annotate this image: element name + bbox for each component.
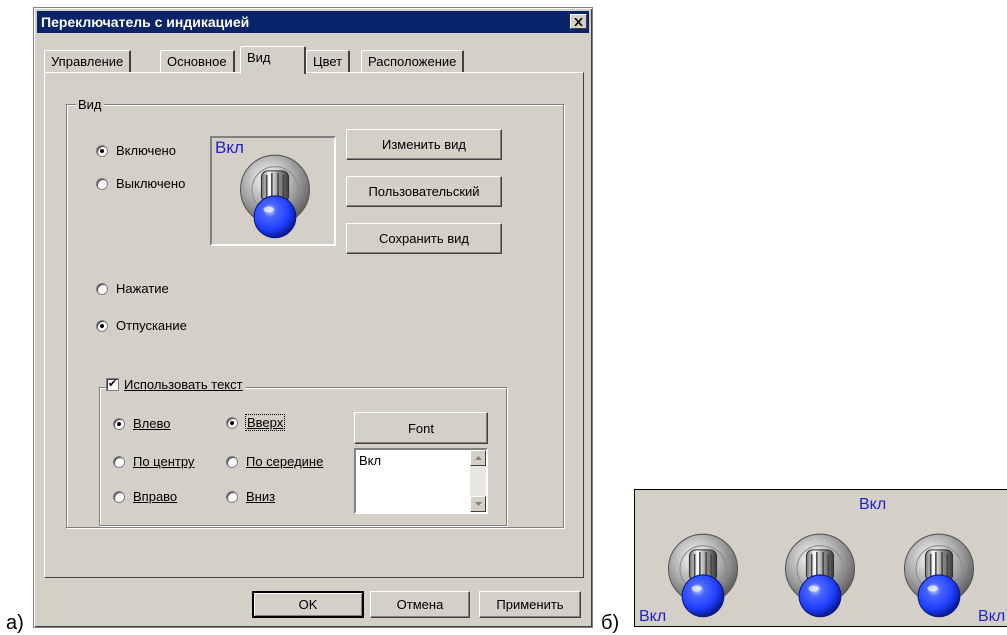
view-preview: Вкл xyxy=(210,136,336,246)
switch-bulb-icon xyxy=(903,533,975,618)
radio-indicator xyxy=(96,177,108,190)
tab-layout[interactable]: Расположение xyxy=(361,50,465,72)
font-button[interactable]: Font xyxy=(354,412,488,444)
close-button[interactable] xyxy=(570,14,587,29)
radio-indicator xyxy=(96,282,108,295)
radio-align-right-label: Вправо xyxy=(133,489,178,504)
radio-state-on-label: Включено xyxy=(116,143,176,158)
radio-indicator xyxy=(96,319,108,332)
dialog-titlebar[interactable]: Переключатель с индикацией xyxy=(37,11,589,33)
radio-align-center[interactable]: По центру xyxy=(113,454,194,469)
use-text-checkbox[interactable]: ✔ Использовать текст xyxy=(106,377,246,392)
radio-indicator xyxy=(226,455,238,468)
radio-align-left[interactable]: Влево xyxy=(113,416,170,431)
radio-state-off[interactable]: Выключено xyxy=(96,176,185,191)
radio-align-left-label: Влево xyxy=(133,416,171,431)
ok-button[interactable]: OK xyxy=(252,591,364,618)
checkmark-icon: ✔ xyxy=(106,378,119,391)
change-view-button[interactable]: Изменить вид xyxy=(346,129,502,160)
radio-indicator xyxy=(96,144,108,157)
arrow-up-icon xyxy=(474,456,482,460)
text-value: Вкл xyxy=(359,453,382,468)
scroll-up-button[interactable] xyxy=(470,450,486,466)
radio-state-off-label: Выключено xyxy=(116,176,186,191)
radio-state-on[interactable]: Включено xyxy=(96,143,176,158)
close-icon xyxy=(574,17,583,26)
radio-align-center-label: По центру xyxy=(133,454,195,469)
tab-view[interactable]: Вид xyxy=(240,46,306,74)
use-text-label: Использовать текст xyxy=(124,377,243,392)
label-top-center: Вкл xyxy=(859,496,887,513)
radio-valign-middle[interactable]: По середине xyxy=(226,454,323,469)
radio-press[interactable]: Нажатие xyxy=(96,281,169,296)
text-scrollbar[interactable] xyxy=(470,450,486,512)
view-group-label: Вид xyxy=(76,97,104,112)
arrow-down-icon xyxy=(474,502,482,506)
radio-indicator xyxy=(113,417,125,430)
radio-valign-bottom-label: Вниз xyxy=(246,489,276,504)
tab-basic[interactable]: Основное xyxy=(160,50,235,72)
radio-release[interactable]: Отпускание xyxy=(96,318,187,333)
save-view-button-label: Сохранить вид xyxy=(379,231,469,246)
tab-color[interactable]: Цвет xyxy=(306,50,351,72)
switch-bulb-icon xyxy=(239,154,311,239)
switch-preview-panel: Вкл Вкл Вкл xyxy=(634,489,1007,627)
save-view-button[interactable]: Сохранить вид xyxy=(346,223,502,254)
radio-valign-top[interactable]: Вверх xyxy=(226,414,286,431)
apply-button[interactable]: Применить xyxy=(479,591,581,618)
cancel-button[interactable]: Отмена xyxy=(370,591,470,618)
radio-valign-top-label: Вверх xyxy=(244,414,286,431)
caption-b: б) xyxy=(601,612,620,634)
label-bottom-left: Вкл xyxy=(639,608,667,625)
tab-control[interactable]: Управление xyxy=(44,50,132,72)
caption-a: а) xyxy=(6,612,24,634)
radio-indicator xyxy=(226,490,238,503)
switch-bulb-icon xyxy=(667,533,739,618)
radio-align-right[interactable]: Вправо xyxy=(113,489,177,504)
radio-release-label: Отпускание xyxy=(116,318,187,333)
text-value-field[interactable]: Вкл xyxy=(354,448,488,514)
label-bottom-right: Вкл xyxy=(978,608,1006,625)
radio-indicator xyxy=(226,416,238,429)
dialog-title: Переключатель с индикацией xyxy=(41,14,250,30)
scroll-down-button[interactable] xyxy=(470,496,486,512)
radio-indicator xyxy=(113,455,125,468)
radio-indicator xyxy=(113,490,125,503)
radio-valign-bottom[interactable]: Вниз xyxy=(226,489,275,504)
radio-press-label: Нажатие xyxy=(116,281,169,296)
radio-valign-middle-label: По середине xyxy=(246,454,324,469)
switch-bulb-icon xyxy=(784,533,856,618)
custom-view-button[interactable]: Пользовательский xyxy=(346,176,502,207)
